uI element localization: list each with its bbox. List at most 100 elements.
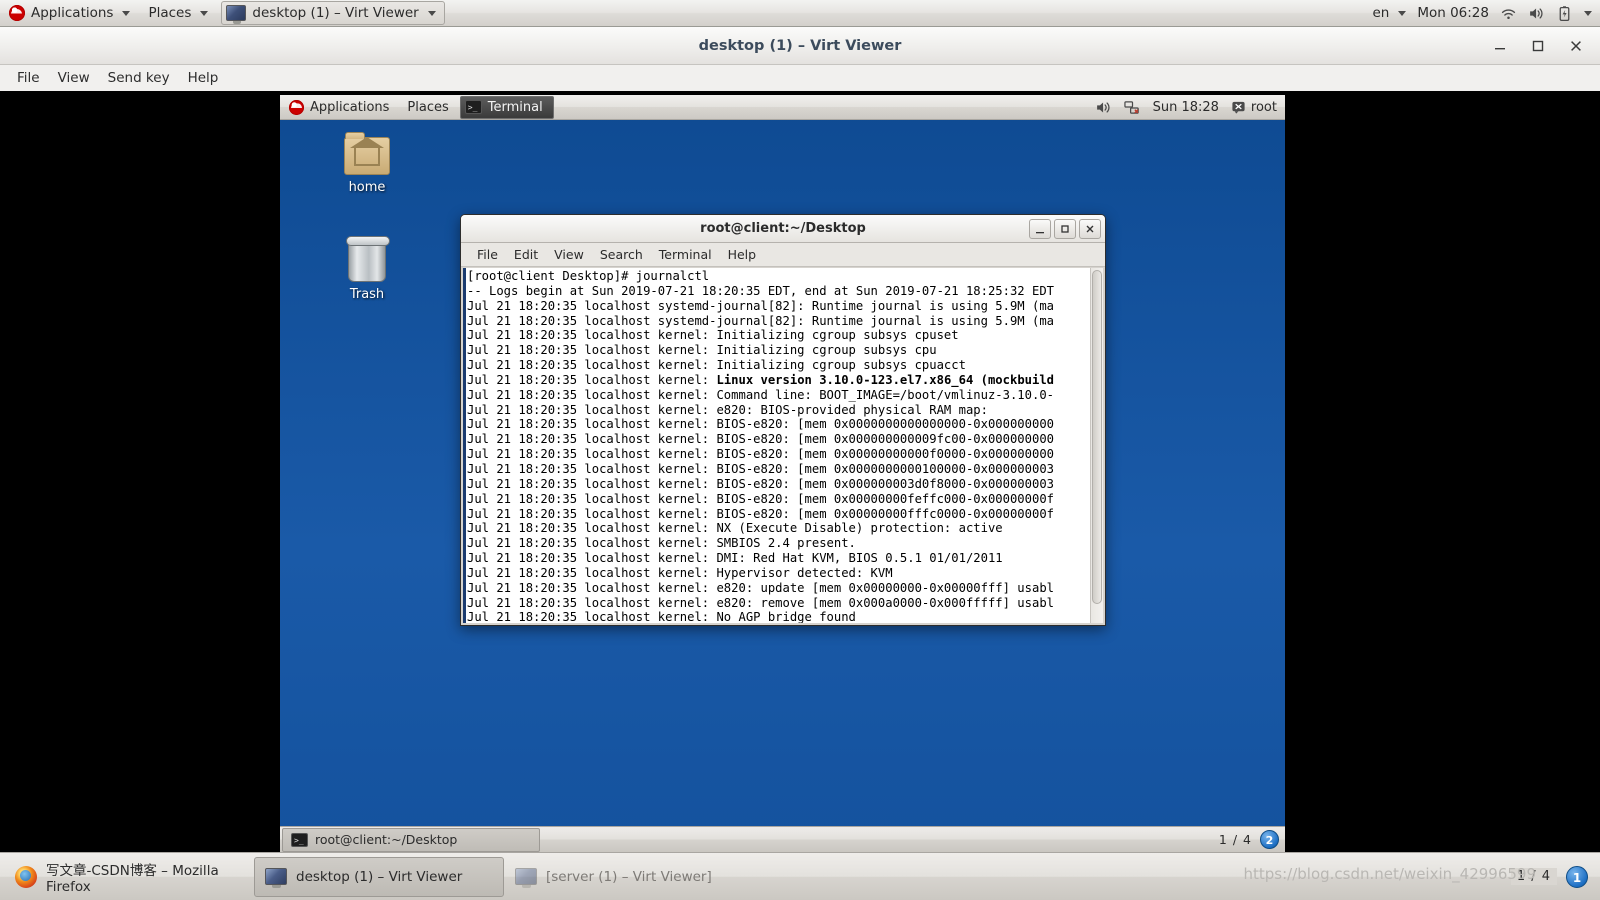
guest-desktop: Applications Places >_ Terminal Sun 18:2…: [280, 95, 1285, 852]
desktop-icon-home[interactable]: home: [324, 132, 410, 195]
battery-icon[interactable]: [1556, 5, 1573, 22]
host-keyboard-layout[interactable]: en: [1372, 0, 1406, 26]
terminal-line: Jul 21 18:20:35 localhost kernel: Linux …: [467, 372, 1055, 387]
desktop-icon-trash-label: Trash: [349, 287, 385, 302]
terminal-line: Jul 21 18:20:35 localhost kernel: BIOS-e…: [467, 432, 1054, 447]
terminal-output[interactable]: [root@client Desktop]# journalctl -- Logs…: [466, 268, 1090, 623]
redhat-logo-icon: [9, 5, 25, 21]
chevron-down-icon: [427, 10, 436, 16]
guest-places-label: Places: [407, 99, 449, 115]
terminal-menu-view[interactable]: View: [546, 245, 592, 264]
terminal-maximize-button[interactable]: [1054, 218, 1076, 239]
firefox-icon: [15, 865, 37, 888]
terminal-scrollbar-thumb[interactable]: [1092, 270, 1102, 604]
guest-taskbar-item-terminal[interactable]: >_ root@client:~/Desktop: [282, 827, 540, 852]
guest-top-panel: Applications Places >_ Terminal Sun 18:2…: [280, 95, 1285, 120]
maximize-button[interactable]: [1530, 38, 1546, 54]
terminal-line: Jul 21 18:20:35 localhost kernel: SMBIOS…: [467, 536, 856, 551]
terminal-line: -- Logs begin at Sun 2019-07-21 18:20:35…: [467, 283, 1054, 298]
terminal-line: Jul 21 18:20:35 localhost kernel: No AGP…: [467, 610, 856, 623]
menu-send-key[interactable]: Send key: [99, 67, 179, 89]
virt-viewer-title: desktop (1) – Virt Viewer: [698, 37, 902, 54]
terminal-line: Jul 21 18:20:35 localhost kernel: BIOS-e…: [467, 506, 1054, 521]
guest-user-label: root: [1250, 99, 1277, 115]
volume-icon[interactable]: [1528, 5, 1545, 22]
terminal-body: [root@client Desktop]# journalctl -- Logs…: [463, 268, 1103, 623]
chevron-down-icon[interactable]: [1584, 10, 1592, 16]
guest-bottom-panel: >_ root@client:~/Desktop 1 / 4 2: [280, 826, 1285, 852]
terminal-menubar: File Edit View Search Terminal Help: [461, 243, 1105, 267]
watermark: https://blog.csdn.net/weixin_42996599: [1243, 864, 1536, 883]
host-taskbar: 写文章-CSDN博客 – Mozilla Firefox desktop (1)…: [0, 852, 1600, 900]
trash-icon: [346, 236, 390, 282]
terminal-line: Jul 21 18:20:35 localhost kernel: Comman…: [467, 387, 1054, 402]
guest-workspace-badge[interactable]: 2: [1260, 830, 1279, 849]
terminal-minimize-button[interactable]: [1029, 218, 1051, 239]
host-applications-menu[interactable]: Applications: [0, 0, 139, 26]
terminal-close-button[interactable]: [1079, 218, 1101, 239]
host-window-task-button[interactable]: desktop (1) – Virt Viewer: [221, 1, 445, 25]
menu-file[interactable]: File: [8, 67, 49, 89]
close-button[interactable]: [1568, 38, 1584, 54]
minimize-button[interactable]: [1492, 38, 1508, 54]
taskbar-item-firefox[interactable]: 写文章-CSDN博客 – Mozilla Firefox: [4, 857, 254, 897]
host-places-label: Places: [148, 5, 192, 21]
terminal-icon: >_: [464, 100, 482, 114]
terminal-line: Jul 21 18:20:35 localhost kernel: Initia…: [467, 328, 959, 343]
terminal-line: [root@client Desktop]# journalctl: [467, 269, 710, 283]
terminal-line: Jul 21 18:20:35 localhost kernel: e820: …: [467, 580, 1054, 595]
virt-viewer-menubar: File View Send key Help: [0, 65, 1600, 91]
terminal-line: Jul 21 18:20:35 localhost kernel: e820: …: [467, 595, 1054, 610]
terminal-menu-terminal[interactable]: Terminal: [651, 245, 720, 264]
guest-applications-label: Applications: [310, 99, 390, 115]
home-folder-icon: [344, 132, 390, 175]
host-applications-label: Applications: [31, 5, 114, 21]
terminal-line: Jul 21 18:20:35 localhost kernel: BIOS-e…: [467, 417, 1054, 432]
terminal-title: root@client:~/Desktop: [700, 221, 866, 236]
taskbar-item-desktop-virt-viewer[interactable]: desktop (1) – Virt Viewer: [254, 856, 504, 897]
terminal-menu-edit[interactable]: Edit: [506, 245, 546, 264]
terminal-line: Jul 21 18:20:35 localhost kernel: DMI: R…: [467, 551, 1003, 566]
screen: Applications Places desktop (1) – Virt V…: [0, 0, 1600, 900]
terminal-line: Jul 21 18:20:35 localhost kernel: BIOS-e…: [467, 491, 1054, 506]
menu-view[interactable]: View: [49, 67, 99, 89]
host-workspace-indicator[interactable]: 1 / 4: [1510, 868, 1557, 885]
terminal-line: Jul 21 18:20:35 localhost systemd-journa…: [467, 313, 1054, 328]
terminal-line: Jul 21 18:20:35 localhost kernel: BIOS-e…: [467, 447, 1054, 462]
taskbar-item-server-virt-viewer[interactable]: [server (1) – Virt Viewer]: [504, 857, 754, 897]
host-clock[interactable]: Mon 06:28: [1417, 5, 1489, 21]
guest-window-task-terminal[interactable]: >_ Terminal: [459, 95, 554, 119]
guest-user-menu[interactable]: root: [1231, 100, 1277, 115]
terminal-icon: >_: [291, 832, 308, 847]
host-keyboard-layout-label: en: [1372, 5, 1390, 21]
terminal-menu-help[interactable]: Help: [720, 245, 765, 264]
guest-taskbar-item-label: root@client:~/Desktop: [315, 832, 458, 847]
host-places-menu[interactable]: Places: [139, 0, 217, 26]
host-workspace-badge[interactable]: 1: [1566, 865, 1588, 888]
terminal-line: Jul 21 18:20:35 localhost kernel: BIOS-e…: [467, 476, 1054, 491]
volume-icon[interactable]: [1095, 99, 1112, 116]
host-top-panel: Applications Places desktop (1) – Virt V…: [0, 0, 1600, 27]
guest-places-menu[interactable]: Places: [398, 95, 457, 119]
terminal-line: Jul 21 18:20:35 localhost systemd-journa…: [467, 298, 1054, 313]
guest-applications-menu[interactable]: Applications: [280, 95, 398, 119]
terminal-line: Jul 21 18:20:35 localhost kernel: BIOS-e…: [467, 461, 1054, 476]
guest-task-label: Terminal: [487, 99, 543, 115]
terminal-menu-search[interactable]: Search: [592, 245, 651, 264]
terminal-menu-file[interactable]: File: [469, 245, 506, 264]
guest-workspace-indicator[interactable]: 1 / 4: [1219, 832, 1252, 847]
wifi-icon[interactable]: [1500, 5, 1517, 22]
terminal-scrollbar[interactable]: [1090, 268, 1103, 623]
user-icon: [1232, 101, 1245, 114]
guest-clock[interactable]: Sun 18:28: [1153, 100, 1219, 115]
terminal-titlebar[interactable]: root@client:~/Desktop: [461, 215, 1105, 243]
redhat-logo-icon: [289, 99, 304, 115]
monitor-icon: [226, 5, 247, 24]
menu-help[interactable]: Help: [179, 67, 228, 89]
terminal-line: Jul 21 18:20:35 localhost kernel: Hyperv…: [467, 565, 893, 580]
monitor-icon: [515, 868, 537, 888]
virt-viewer-titlebar[interactable]: desktop (1) – Virt Viewer: [0, 27, 1600, 65]
network-disconnected-icon[interactable]: [1123, 99, 1141, 116]
terminal-line: Jul 21 18:20:35 localhost kernel: NX (Ex…: [467, 521, 1003, 536]
desktop-icon-trash[interactable]: Trash: [324, 236, 410, 302]
